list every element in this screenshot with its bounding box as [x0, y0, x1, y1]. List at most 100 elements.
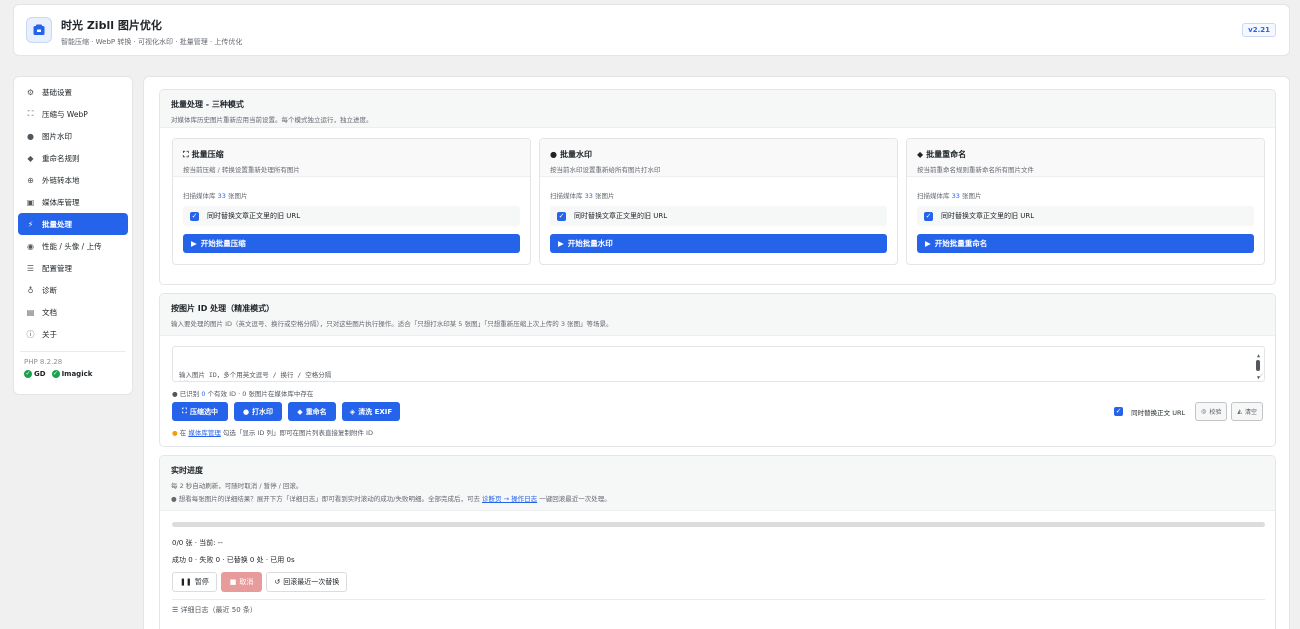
- start-batch-label: 开始批量压缩: [200, 239, 246, 248]
- sidebar-item-label: 关于: [42, 329, 57, 339]
- batch-mode-card: ◆ 批量重命名 按当前重命名规则重新命名所有图片文件 扫描媒体库 33 张图片 ✓ 同时替…: [906, 138, 1265, 265]
- sidebar-item[interactable]: ◉ 性能 / 头像 / 上传: [18, 235, 128, 257]
- diagnostics-log-link[interactable]: 诊断页 → 操作日志: [482, 495, 537, 503]
- start-batch-label: 开始批量重命名: [934, 239, 988, 248]
- sidebar-item-label: 图片水印: [42, 131, 72, 141]
- sidebar-item[interactable]: ⓘ 关于: [18, 323, 128, 345]
- replace-url-toggle[interactable]: ✓ 同时替换文章正文里的旧 URL: [550, 206, 887, 226]
- progress-card: 实时进度 每 2 秒自动刷新，可随时取消 / 暂停 / 回滚。 ● 想看每张图片…: [159, 455, 1276, 629]
- batch-mode-header: ● 批量水印 按当前水印设置重新给所有图片打水印: [540, 139, 897, 177]
- replace-url-toggle[interactable]: ✓ 同时替换文章正文里的旧 URL: [183, 206, 520, 226]
- scan-summary: 扫描媒体库 33 张图片: [550, 190, 614, 200]
- hint-suffix: 一键回滚最近一次处理。: [539, 495, 611, 503]
- id-action-button[interactable]: ● 打水印: [234, 402, 282, 421]
- detail-log-toggle[interactable]: ☰ 详细日志（最近 50 条）: [172, 605, 257, 615]
- checkbox-checked-icon[interactable]: ✓: [190, 211, 199, 221]
- lightbulb-icon: ●: [172, 429, 178, 437]
- id-action-button[interactable]: ◆ 重命名: [288, 402, 336, 421]
- progress-desc: 每 2 秒自动刷新，可随时取消 / 暂停 / 回滚。: [171, 482, 303, 490]
- info-icon: ⓘ: [26, 329, 35, 339]
- sidebar-item[interactable]: ⊕ 外链转本地: [18, 169, 128, 191]
- tip-prefix: 在: [179, 429, 187, 437]
- scan-prefix: 扫描媒体库: [183, 192, 216, 200]
- rollback-button[interactable]: ↺ 回滚最近一次替换: [266, 572, 348, 592]
- sidebar-item[interactable]: ⛶ 压缩与 WebP: [18, 103, 128, 125]
- app-subtitle: 智能压缩 · WebP 转换 · 可视化水印 · 批量管理 · 上传优化: [61, 38, 243, 46]
- scan-count: 33: [584, 192, 593, 200]
- verify-button[interactable]: ◎ 校验: [1195, 402, 1228, 421]
- by-id-title: 按图片 ID 处理（精准模式）: [171, 304, 275, 313]
- scan-suffix: 张图片: [594, 192, 615, 200]
- log-divider: [172, 599, 1265, 600]
- batch-mode-card: ⛶ 批量压缩 按当前压缩 / 转换设置重新处理所有图片 扫描媒体库 33 张图片 ✓ 同时…: [172, 138, 531, 265]
- sidebar-item[interactable]: ♁ 诊断: [18, 279, 128, 301]
- by-id-card: 按图片 ID 处理（精准模式） 输入要处理的图片 ID（英文逗号、换行或空格分隔…: [159, 293, 1276, 447]
- id-action-button[interactable]: ◈ 清洗 EXIF: [342, 402, 400, 421]
- info-icon: ●: [171, 495, 177, 503]
- resize-handle-icon[interactable]: ⟋: [1259, 372, 1263, 381]
- sidebar-item-label: 媒体库管理: [42, 197, 80, 207]
- replace-url-label: 同时替换正文 URL: [1131, 408, 1186, 417]
- id-input[interactable]: 输入图片 ID，多个用英文逗号 / 换行 / 空格分隔例如：123, 456, …: [172, 346, 1265, 382]
- sidebar-item[interactable]: ⚡ 批量处理: [18, 213, 128, 235]
- cancel-button[interactable]: ■ 取消: [220, 572, 263, 592]
- checkbox-checked-icon[interactable]: ✓: [557, 211, 566, 221]
- id-status: ● 已识别 0 个有效 ID · 0 张图片在媒体库中存在: [172, 388, 313, 398]
- pause-label: 暂停: [194, 578, 209, 586]
- sidebar-item-label: 批量处理: [42, 219, 72, 229]
- rollback-label: 回滚最近一次替换: [283, 578, 340, 586]
- scan-prefix: 扫描媒体库: [917, 192, 950, 200]
- play-icon: ▶: [191, 239, 197, 248]
- sidebar-item[interactable]: ▤ 文档: [18, 301, 128, 323]
- sidebar-item-label: 基础设置: [42, 87, 72, 97]
- sidebar-item[interactable]: ☰ 配置管理: [18, 257, 128, 279]
- clear-button[interactable]: ◭ 清空: [1231, 402, 1263, 421]
- placeholder-line: 例如：123, 456, 789: [179, 380, 1258, 381]
- gd-badge: ✓ GD: [24, 370, 46, 378]
- sidebar-item-label: 文档: [42, 307, 57, 317]
- start-batch-button[interactable]: ▶ 开始批量压缩: [183, 234, 520, 253]
- id-action-label: 压缩选中: [189, 407, 218, 416]
- sidebar-nav: ⚙ 基础设置 ⛶ 压缩与 WebP ● 图片水印 ◆ 重命名规则 ⊕ 外链转本地 ▣ 媒体库管理 ⚡ 批量…: [18, 81, 128, 345]
- images-icon: ▣: [26, 197, 35, 207]
- gd-label: GD: [34, 370, 46, 378]
- checkbox-checked-icon[interactable]: ✓: [1114, 407, 1124, 416]
- book-icon: ▤: [26, 307, 35, 317]
- bolt-icon: ⚡: [27, 219, 34, 229]
- batch-mode-title: ◆ 批量重命名: [917, 149, 1254, 160]
- sidebar-item[interactable]: ⚙ 基础设置: [18, 81, 128, 103]
- checkbox-checked-icon[interactable]: ✓: [924, 211, 933, 221]
- target-icon: ◎: [1201, 408, 1207, 415]
- id-action-label: 重命名: [305, 407, 327, 416]
- start-batch-button[interactable]: ▶ 开始批量水印: [550, 234, 887, 253]
- batch-title: 批量处理 - 三种模式: [171, 100, 244, 109]
- id-action-buttons: ⛶ 压缩选中 ● 打水印 ◆ 重命名 ◈ 清洗 EXIF: [172, 402, 400, 421]
- progress-controls: ❚❚ 暂停 ■ 取消 ↺ 回滚最近一次替换: [172, 572, 348, 592]
- batch-mode-card: ● 批量水印 按当前水印设置重新给所有图片打水印扫描媒体库 33 张图片 ✓ 同时替换文…: [539, 138, 898, 265]
- gear-icon: ⚙: [26, 87, 35, 97]
- pause-button[interactable]: ❚❚ 暂停: [172, 572, 217, 592]
- id-action-button[interactable]: ⛶ 压缩选中: [172, 402, 228, 421]
- textarea-scrollbar[interactable]: [1256, 360, 1260, 371]
- tag-icon: ◆: [297, 407, 303, 416]
- batch-mode-header: ◆ 批量重命名 按当前重命名规则重新命名所有图片文件: [907, 139, 1264, 177]
- main-content: 批量处理 - 三种模式 对媒体库历史图片重新应用当前设置。每个模式独立运行，独立…: [143, 76, 1290, 629]
- sidebar-item[interactable]: ▣ 媒体库管理: [18, 191, 128, 213]
- replace-url-toggle[interactable]: ✓ 同时替换文章正文里的旧 URL: [917, 206, 1254, 226]
- batch-mode-desc: 按当前压缩 / 转换设置重新处理所有图片: [183, 166, 300, 174]
- shield-icon: ◈: [349, 407, 356, 416]
- play-icon: ▶: [925, 239, 931, 248]
- verify-label: 校验: [1209, 409, 1222, 416]
- by-id-desc: 输入要处理的图片 ID（英文逗号、换行或空格分隔），只对这些图片执行操作。适合「…: [171, 320, 613, 328]
- sidebar-item[interactable]: ◆ 重命名规则: [18, 147, 128, 169]
- play-icon: ▶: [558, 239, 564, 248]
- sidebar-item[interactable]: ● 图片水印: [18, 125, 128, 147]
- id-status-text: 个有效 ID · 0 张图片在媒体库中存在: [207, 390, 314, 398]
- start-batch-button[interactable]: ▶ 开始批量重命名: [917, 234, 1254, 253]
- id-action-label: 清洗 EXIF: [358, 407, 393, 416]
- replace-url-toggle[interactable]: ✓ 同时替换正文 URL: [1108, 402, 1191, 421]
- imagick-badge: ✓ Imagick: [51, 370, 93, 378]
- media-library-link[interactable]: 媒体库管理: [188, 429, 221, 437]
- tag-icon: ◆: [27, 153, 34, 163]
- imagick-label: Imagick: [61, 370, 93, 378]
